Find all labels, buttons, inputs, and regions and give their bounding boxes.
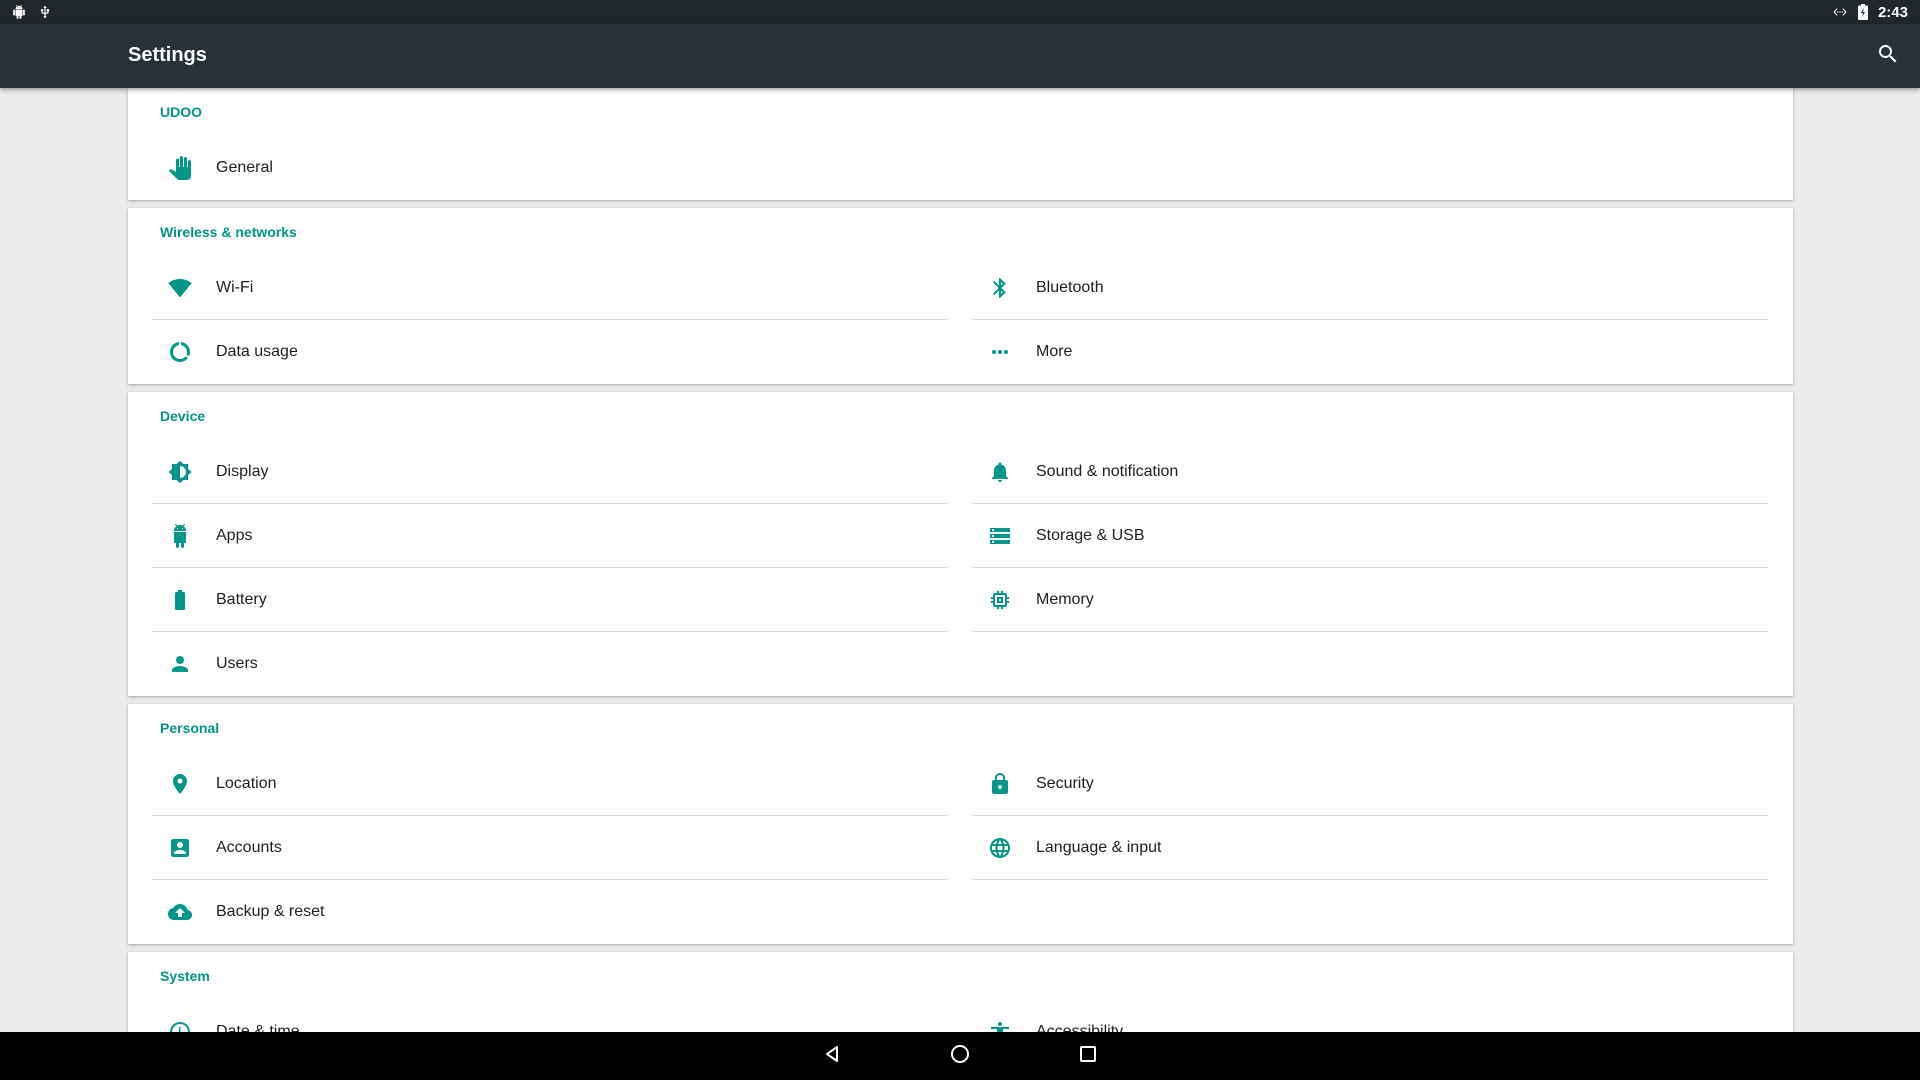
back-icon <box>822 1044 842 1069</box>
dev-mode-icon <box>1832 5 1848 19</box>
settings-list[interactable]: UDOO General Wireless & networks Wi-Fi B… <box>0 88 1920 1032</box>
item-label: Storage & USB <box>1036 527 1145 544</box>
settings-item-display[interactable]: Display <box>152 440 948 504</box>
settings-item-sound-notification[interactable]: Sound & notification <box>972 440 1768 504</box>
section-system: System Date & time Accessibility <box>128 952 1793 1032</box>
memory-icon <box>980 588 1020 612</box>
item-label: Sound & notification <box>1036 463 1179 480</box>
wifi-icon <box>160 276 200 300</box>
item-label: Backup & reset <box>216 903 325 920</box>
settings-item-apps[interactable]: Apps <box>152 504 948 568</box>
lock-icon <box>980 772 1020 796</box>
settings-item-bluetooth[interactable]: Bluetooth <box>972 256 1768 320</box>
section-personal: Personal Location Security Accounts Lang… <box>128 704 1793 944</box>
settings-item-general[interactable]: General <box>152 136 948 200</box>
settings-item-storage-usb[interactable]: Storage & USB <box>972 504 1768 568</box>
item-label: General <box>216 159 273 176</box>
android-icon <box>160 524 200 548</box>
settings-item-battery[interactable]: Battery <box>152 568 948 632</box>
settings-item-date-time[interactable]: Date & time <box>152 1000 948 1032</box>
section-title: System <box>160 968 210 984</box>
status-time: 2:43 <box>1877 3 1908 21</box>
more-icon <box>980 340 1020 364</box>
section-title: UDOO <box>160 104 202 120</box>
recents-icon <box>1079 1045 1097 1068</box>
app-bar: Settings <box>0 24 1920 88</box>
account-box-icon <box>160 836 200 860</box>
android-notification-icon <box>12 5 26 19</box>
status-bar: 2:43 <box>0 0 1920 24</box>
data-usage-icon <box>160 340 200 364</box>
page-title: Settings <box>128 44 207 66</box>
cloud-upload-icon <box>160 900 200 924</box>
settings-item-language-input[interactable]: Language & input <box>972 816 1768 880</box>
clock-icon <box>160 1020 200 1032</box>
item-label: Apps <box>216 527 253 544</box>
settings-item-accounts[interactable]: Accounts <box>152 816 948 880</box>
item-label: Users <box>216 655 258 672</box>
section-wireless-networks: Wireless & networks Wi-Fi Bluetooth Data… <box>128 208 1793 384</box>
brightness-icon <box>160 460 200 484</box>
item-label: Date & time <box>216 1023 300 1032</box>
item-label: More <box>1036 343 1073 360</box>
battery-icon <box>160 588 200 612</box>
settings-item-backup-reset[interactable]: Backup & reset <box>152 880 948 944</box>
bell-icon <box>980 460 1020 484</box>
person-icon <box>160 652 200 676</box>
settings-item-security[interactable]: Security <box>972 752 1768 816</box>
item-label: Accessibility <box>1036 1023 1124 1032</box>
item-label: Language & input <box>1036 839 1162 856</box>
navigation-bar <box>0 1032 1920 1080</box>
usb-icon <box>38 5 52 19</box>
recents-button[interactable] <box>1048 1032 1128 1080</box>
hand-icon <box>160 156 200 180</box>
home-icon <box>950 1044 970 1069</box>
section-title: Personal <box>160 720 220 736</box>
item-label: Security <box>1036 775 1094 792</box>
search-button[interactable] <box>1872 40 1904 72</box>
location-icon <box>160 772 200 796</box>
back-button[interactable] <box>792 1032 872 1080</box>
item-label: Bluetooth <box>1036 279 1104 296</box>
item-label: Accounts <box>216 839 282 856</box>
bluetooth-icon <box>980 276 1020 300</box>
home-button[interactable] <box>920 1032 1000 1080</box>
section-udoo: UDOO General <box>128 88 1793 200</box>
storage-icon <box>980 524 1020 548</box>
item-label: Memory <box>1036 591 1094 608</box>
item-label: Display <box>216 463 269 480</box>
item-label: Location <box>216 775 277 792</box>
settings-item-data-usage[interactable]: Data usage <box>152 320 948 384</box>
settings-item-users[interactable]: Users <box>152 632 948 696</box>
section-title: Device <box>160 408 206 424</box>
accessibility-icon <box>980 1020 1020 1032</box>
search-icon <box>1876 42 1900 71</box>
item-label: Battery <box>216 591 267 608</box>
battery-charging-icon <box>1857 4 1868 20</box>
section-device: Device Display Sound & notification Apps… <box>128 392 1793 696</box>
item-label: Data usage <box>216 343 298 360</box>
globe-icon <box>980 836 1020 860</box>
settings-item-wifi[interactable]: Wi-Fi <box>152 256 948 320</box>
settings-item-location[interactable]: Location <box>152 752 948 816</box>
section-title: Wireless & networks <box>160 224 297 240</box>
item-label: Wi-Fi <box>216 279 254 296</box>
settings-item-more[interactable]: More <box>972 320 1768 384</box>
settings-item-accessibility[interactable]: Accessibility <box>972 1000 1768 1032</box>
settings-item-memory[interactable]: Memory <box>972 568 1768 632</box>
